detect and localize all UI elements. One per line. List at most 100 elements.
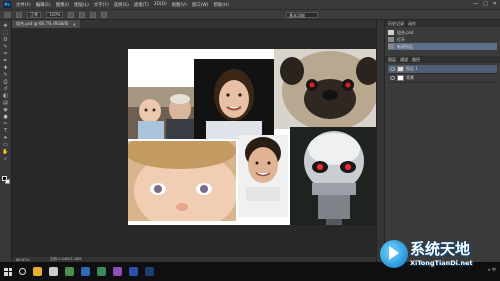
maximize-icon[interactable]: □ bbox=[483, 1, 488, 7]
menu-image[interactable]: 图像(I) bbox=[56, 2, 70, 8]
photo-pug-dog bbox=[274, 49, 386, 129]
layer-row[interactable]: 背景 bbox=[388, 74, 497, 83]
menu-layer[interactable]: 图层(L) bbox=[74, 2, 89, 8]
pressure-toggle-icon[interactable] bbox=[68, 11, 75, 18]
app-icon-3[interactable] bbox=[129, 267, 138, 276]
path-select-tool-icon[interactable]: ➤ bbox=[2, 136, 9, 141]
visibility-eye-icon[interactable] bbox=[390, 76, 395, 80]
document-tab-bar: 组合.psd @ 66.7% (RGB/8) × bbox=[12, 20, 376, 28]
store-icon[interactable] bbox=[97, 267, 106, 276]
photoshop-logo-icon: Ps bbox=[3, 1, 11, 8]
tab-close-icon[interactable]: × bbox=[73, 22, 76, 27]
tab-channels[interactable]: 通道 bbox=[400, 57, 408, 63]
layer-thumbnail bbox=[397, 75, 404, 81]
history-brush-tool-icon[interactable]: ↺ bbox=[2, 87, 9, 92]
align-option-icon[interactable] bbox=[90, 11, 97, 18]
brush-size-icon[interactable] bbox=[16, 11, 22, 18]
history-item-selected[interactable]: 新建图层 bbox=[388, 43, 497, 50]
move-tool-icon[interactable]: ✥ bbox=[2, 24, 9, 29]
tab-history[interactable]: 历史记录 bbox=[388, 21, 404, 27]
history-step-icon bbox=[388, 37, 394, 42]
menu-window[interactable]: 窗口(W) bbox=[192, 2, 209, 8]
zoom-level[interactable]: 66.67% bbox=[16, 258, 30, 262]
background-color-swatch[interactable] bbox=[5, 179, 10, 184]
watermark-logo-icon bbox=[380, 240, 408, 268]
sample-option-icon[interactable] bbox=[101, 11, 108, 18]
tab-paths[interactable]: 路径 bbox=[412, 57, 420, 63]
menu-view[interactable]: 视图(V) bbox=[172, 2, 187, 8]
close-icon[interactable]: ✕ bbox=[493, 1, 497, 7]
visibility-eye-icon[interactable] bbox=[390, 67, 395, 71]
document-canvas[interactable] bbox=[128, 49, 386, 225]
opacity-input[interactable]: 100% bbox=[46, 11, 64, 18]
tab-actions[interactable]: 动作 bbox=[408, 21, 416, 27]
history-panel: 组合.psd 打开 新建图层 bbox=[385, 27, 500, 52]
settings-icon[interactable] bbox=[49, 267, 58, 276]
photoshop-icon[interactable] bbox=[145, 267, 154, 276]
workspace-select[interactable]: 基本功能 bbox=[286, 12, 318, 18]
photo-terminator-skull bbox=[290, 127, 378, 225]
right-panel-dock: 历史记录 动作 组合.psd 打开 新建图层 图层 通道 路径 图层 1 背景 bbox=[384, 20, 500, 262]
watermark-url: XiTongTianDi.net bbox=[410, 259, 473, 267]
history-panel-tabs: 历史记录 动作 bbox=[385, 20, 500, 27]
tool-preset-icon[interactable] bbox=[4, 11, 11, 18]
airbrush-toggle-icon[interactable] bbox=[79, 11, 86, 18]
history-item-label: 组合.psd bbox=[397, 29, 414, 35]
menu-bar: Ps 文件(F) 编辑(E) 图像(I) 图层(L) 文字(Y) 选择(S) 滤… bbox=[0, 0, 500, 9]
menu-type[interactable]: 文字(Y) bbox=[94, 2, 109, 8]
blur-tool-icon[interactable]: ◉ bbox=[2, 108, 9, 113]
mode-select[interactable]: 正常 bbox=[27, 11, 41, 18]
file-explorer-icon[interactable] bbox=[33, 267, 42, 276]
tools-panel: ✥ ⬚ ʘ ✎ ⌗ ✒ ✚ ✎ ⎙ ↺ ◧ ▤ ◉ ● ✑ T ➤ ▭ ✋ ⌕ bbox=[0, 20, 12, 262]
minimize-icon[interactable]: — bbox=[473, 1, 478, 7]
layer-name: 背景 bbox=[406, 75, 414, 80]
app-icon-2[interactable] bbox=[113, 267, 122, 276]
layer-thumbnail bbox=[397, 66, 404, 72]
quick-select-tool-icon[interactable]: ✎ bbox=[2, 45, 9, 50]
zoom-tool-icon[interactable]: ⌕ bbox=[2, 157, 9, 162]
tab-layers[interactable]: 图层 bbox=[388, 57, 396, 63]
brush-tool-icon[interactable]: ✎ bbox=[2, 73, 9, 78]
marquee-tool-icon[interactable]: ⬚ bbox=[2, 31, 9, 36]
history-snapshot[interactable]: 组合.psd bbox=[388, 29, 497, 36]
layer-row-selected[interactable]: 图层 1 bbox=[388, 65, 497, 74]
windows-start-icon[interactable] bbox=[4, 267, 12, 276]
watermark-title: 系统天地 bbox=[410, 240, 471, 258]
hand-tool-icon[interactable]: ✋ bbox=[2, 150, 9, 155]
document-tab-title: 组合.psd @ 66.7% (RGB/8) bbox=[16, 21, 69, 26]
clone-stamp-tool-icon[interactable]: ⎙ bbox=[2, 80, 9, 85]
history-item[interactable]: 打开 bbox=[388, 36, 497, 43]
shape-tool-icon[interactable]: ▭ bbox=[2, 143, 9, 148]
layer-name: 图层 1 bbox=[406, 66, 418, 71]
window-controls: — □ ✕ bbox=[473, 1, 497, 7]
menu-filter[interactable]: 滤镜(T) bbox=[134, 2, 149, 8]
eraser-tool-icon[interactable]: ◧ bbox=[2, 94, 9, 99]
menu-help[interactable]: 帮助(H) bbox=[213, 2, 229, 8]
layers-panel-tabs: 图层 通道 路径 bbox=[385, 56, 500, 63]
crop-tool-icon[interactable]: ⌗ bbox=[2, 52, 9, 57]
canvas-area[interactable] bbox=[12, 28, 386, 262]
healing-tool-icon[interactable]: ✚ bbox=[2, 66, 9, 71]
pen-tool-icon[interactable]: ✑ bbox=[2, 122, 9, 127]
site-watermark: 系统天地 XiTongTianDi.net bbox=[360, 232, 500, 277]
eyedropper-tool-icon[interactable]: ✒ bbox=[2, 59, 9, 64]
photo-baby-closeup bbox=[128, 141, 236, 221]
menu-file[interactable]: 文件(F) bbox=[16, 2, 31, 8]
search-icon[interactable] bbox=[19, 268, 26, 275]
dodge-tool-icon[interactable]: ● bbox=[2, 115, 9, 120]
menu-3d[interactable]: 3D(D) bbox=[154, 2, 167, 7]
options-bar: 正常 100% 基本功能 bbox=[0, 9, 500, 20]
menu-edit[interactable]: 编辑(E) bbox=[36, 2, 51, 8]
photo-young-man bbox=[238, 135, 288, 217]
type-tool-icon[interactable]: T bbox=[2, 129, 9, 134]
collapsed-panel-strip[interactable] bbox=[376, 20, 384, 262]
photo-smiling-woman bbox=[194, 59, 274, 139]
snapshot-thumbnail bbox=[388, 30, 394, 35]
app-icon-1[interactable] bbox=[81, 267, 90, 276]
menu-select[interactable]: 选择(S) bbox=[114, 2, 129, 8]
history-step-icon bbox=[388, 44, 394, 49]
gradient-tool-icon[interactable]: ▤ bbox=[2, 101, 9, 106]
document-tab[interactable]: 组合.psd @ 66.7% (RGB/8) × bbox=[12, 20, 80, 28]
chrome-icon[interactable] bbox=[65, 267, 74, 276]
lasso-tool-icon[interactable]: ʘ bbox=[2, 38, 9, 43]
